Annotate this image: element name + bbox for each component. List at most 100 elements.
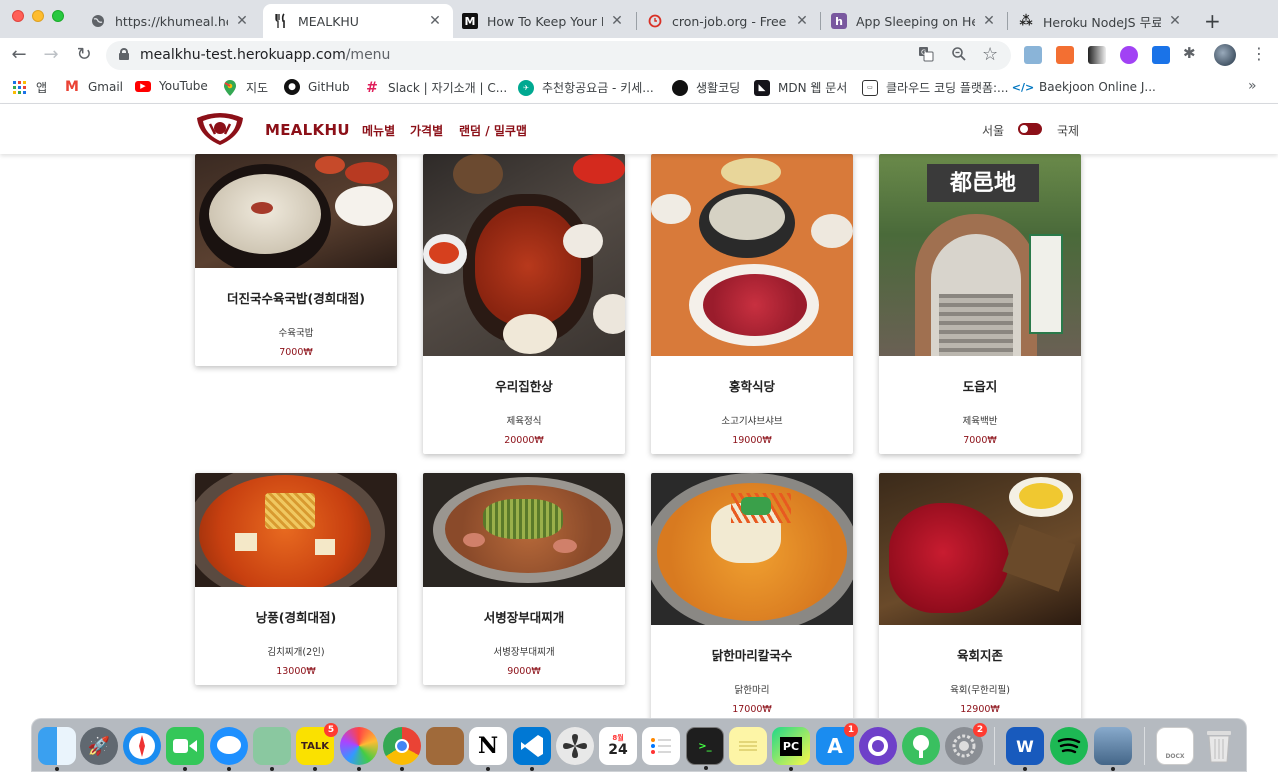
gmail-icon: M xyxy=(65,79,79,95)
extension-icon[interactable] xyxy=(1024,46,1042,64)
bookmark-opentutorials[interactable]: 생활코딩 xyxy=(672,79,740,96)
region-seoul-label: 서울 xyxy=(982,124,1005,138)
avatar[interactable] xyxy=(1214,44,1236,66)
launchpad-icon[interactable]: 🚀 xyxy=(80,727,118,765)
docx-file-icon[interactable]: DOCX xyxy=(1156,727,1194,765)
safari-icon[interactable] xyxy=(123,727,161,765)
browser-tab-active[interactable]: MEALKHU ✕ xyxy=(263,4,453,38)
tab-close-icon[interactable]: ✕ xyxy=(794,13,810,29)
browser-tab[interactable]: h App Sleeping on Hero ✕ xyxy=(821,4,1007,38)
restaurant-card[interactable]: 닭한마리칼국수 닭한마리 17000₩ xyxy=(651,473,853,718)
tab-close-icon[interactable]: ✕ xyxy=(609,13,625,29)
toggle-knob xyxy=(1020,125,1028,133)
bookmark-maps[interactable]: 지도 xyxy=(222,79,268,96)
chrome-icon[interactable] xyxy=(383,727,421,771)
appstore-icon[interactable]: A 1 xyxy=(816,723,858,765)
menu-kebab-icon[interactable]: ⋮ xyxy=(1248,44,1270,63)
restaurant-card[interactable]: 都邑地 도읍지 제육백반 7000₩ xyxy=(879,154,1081,454)
bookmark-goorm[interactable]: ▭ 클라우드 코딩 플랫폼:... xyxy=(862,79,1008,96)
browser-tab[interactable]: https://khumeal.herok ✕ xyxy=(80,4,260,38)
pycharm-icon[interactable]: PC xyxy=(772,727,810,771)
restaurant-name: 홍학식당 xyxy=(728,379,775,394)
nav-by-price[interactable]: 가격별 xyxy=(410,122,443,139)
macos-dock: 🚀 TALK 5 N 8월 24 >_ PC A 1 2 W DOCX xyxy=(31,718,1247,772)
restaurant-card[interactable]: 낭풍(경희대점) 김치찌개(2인) 13000₩ xyxy=(195,473,397,685)
restaurant-card[interactable]: 우리집한상 제육정식 20000₩ xyxy=(423,154,625,454)
kakaotalk-icon[interactable]: TALK 5 xyxy=(296,723,338,771)
menu-item: 김치찌개(2인) xyxy=(267,647,325,658)
nav-random-map[interactable]: 랜덤 / 밀쿠맵 xyxy=(459,122,527,139)
contacts-icon[interactable] xyxy=(426,727,464,765)
vscode-icon[interactable] xyxy=(513,727,551,771)
download-icon[interactable] xyxy=(1152,46,1170,64)
tab-close-icon[interactable]: ✕ xyxy=(234,13,250,29)
forward-arrow-icon[interactable]: → xyxy=(40,44,62,65)
browser-tab[interactable]: ⁂ Heroku NodeJS 무료 - ✕ xyxy=(1008,4,1193,38)
dock-separator xyxy=(1144,727,1145,765)
tab-close-icon[interactable]: ✕ xyxy=(981,13,997,29)
tab-close-icon[interactable]: ✕ xyxy=(427,13,443,29)
bookmark-mdn[interactable]: ◣ MDN 웹 문서 xyxy=(754,79,847,96)
restaurant-card[interactable]: 홍학식당 소고기샤브샤브 19000₩ xyxy=(651,154,853,454)
messages-icon[interactable] xyxy=(210,727,248,771)
extension-icon[interactable] xyxy=(1088,46,1106,64)
photos-icon[interactable] xyxy=(340,727,378,771)
word-icon[interactable]: W xyxy=(1006,727,1044,771)
notion-icon[interactable]: N xyxy=(469,727,507,771)
spotify-icon[interactable] xyxy=(1050,727,1088,765)
notes-icon[interactable] xyxy=(729,727,767,765)
bookmark-youtube[interactable]: ▶ YouTube xyxy=(135,79,208,93)
terminal-icon[interactable]: >_ xyxy=(686,727,724,770)
back-arrow-icon[interactable]: ← xyxy=(8,44,30,65)
bookmark-slack[interactable]: # Slack | 자기소개 | C... xyxy=(364,79,507,96)
menu-item: 서병장부대찌개 xyxy=(493,647,555,658)
github-desktop-icon[interactable] xyxy=(859,727,897,765)
mealkhu-logo[interactable] xyxy=(193,112,247,146)
restaurant-card[interactable]: 육회지존 육회(무한리필) 12900₩ xyxy=(879,473,1081,718)
calendar-icon[interactable]: 8월 24 xyxy=(599,727,637,765)
bookmark-gmail[interactable]: M Gmail xyxy=(64,79,123,95)
address-bar[interactable]: mealkhu-test.herokuapp.com/menu G ☆ xyxy=(106,41,1011,70)
reminders-icon[interactable] xyxy=(642,727,680,765)
system-preferences-icon[interactable]: 2 xyxy=(945,723,987,765)
fan-utility-icon[interactable] xyxy=(556,727,594,765)
puzzle-icon[interactable]: ✱ xyxy=(1183,44,1201,62)
window-zoom-button[interactable] xyxy=(52,10,64,22)
bookmarks-overflow-icon[interactable]: » xyxy=(1248,78,1257,94)
menu-price: 12900₩ xyxy=(960,704,1000,715)
window-close-button[interactable] xyxy=(12,10,24,22)
slack-icon: # xyxy=(366,79,378,96)
tab-title: Heroku NodeJS 무료 - xyxy=(1043,14,1161,30)
sourcetree-icon[interactable] xyxy=(902,727,940,765)
browser-tab[interactable]: cron-job.org - Free cr ✕ xyxy=(637,4,820,38)
extension-icon[interactable] xyxy=(1120,46,1138,64)
zoom-icon[interactable] xyxy=(951,46,967,66)
word-label: W xyxy=(1016,736,1034,756)
bookmark-github[interactable]: ● GitHub xyxy=(284,79,350,95)
extension-icon[interactable] xyxy=(1056,46,1074,64)
nav-by-menu[interactable]: 메뉴별 xyxy=(362,122,395,139)
trash-icon[interactable] xyxy=(1200,727,1238,765)
bookmark-star-icon[interactable]: ☆ xyxy=(982,44,998,65)
brand-title[interactable]: MEALKHU xyxy=(265,121,350,139)
food-photo xyxy=(423,473,625,587)
tab-close-icon[interactable]: ✕ xyxy=(1167,13,1183,29)
restaurant-card[interactable]: 더진국수육국밥(경희대점) 수육국밥 7000₩ xyxy=(195,154,397,366)
campus-toggle[interactable] xyxy=(1018,123,1042,135)
food-photo xyxy=(195,154,397,268)
bookmark-apps[interactable]: 앱 xyxy=(12,79,47,96)
preview-icon[interactable] xyxy=(1094,727,1132,771)
window-minimize-button[interactable] xyxy=(32,10,44,22)
mdn-icon: ◣ xyxy=(754,79,770,96)
translate-icon[interactable]: G xyxy=(918,46,934,66)
finder-icon[interactable] xyxy=(38,727,76,771)
bookmark-kiwi[interactable]: ✈ 추천항공요금 - 키세... xyxy=(518,79,654,96)
new-tab-button[interactable]: + xyxy=(1204,9,1221,33)
bookmark-baekjoon[interactable]: </> Baekjoon Online J... xyxy=(1012,79,1156,95)
browser-tab[interactable]: M How To Keep Your Fre ✕ xyxy=(452,4,635,38)
bookmark-label: 앱 xyxy=(36,81,48,95)
facetime-icon[interactable] xyxy=(166,727,204,771)
reload-icon[interactable]: ↻ xyxy=(73,44,95,65)
maps-icon[interactable] xyxy=(253,727,291,771)
restaurant-card[interactable]: 서병장부대찌개 서병장부대찌개 9000₩ xyxy=(423,473,625,685)
